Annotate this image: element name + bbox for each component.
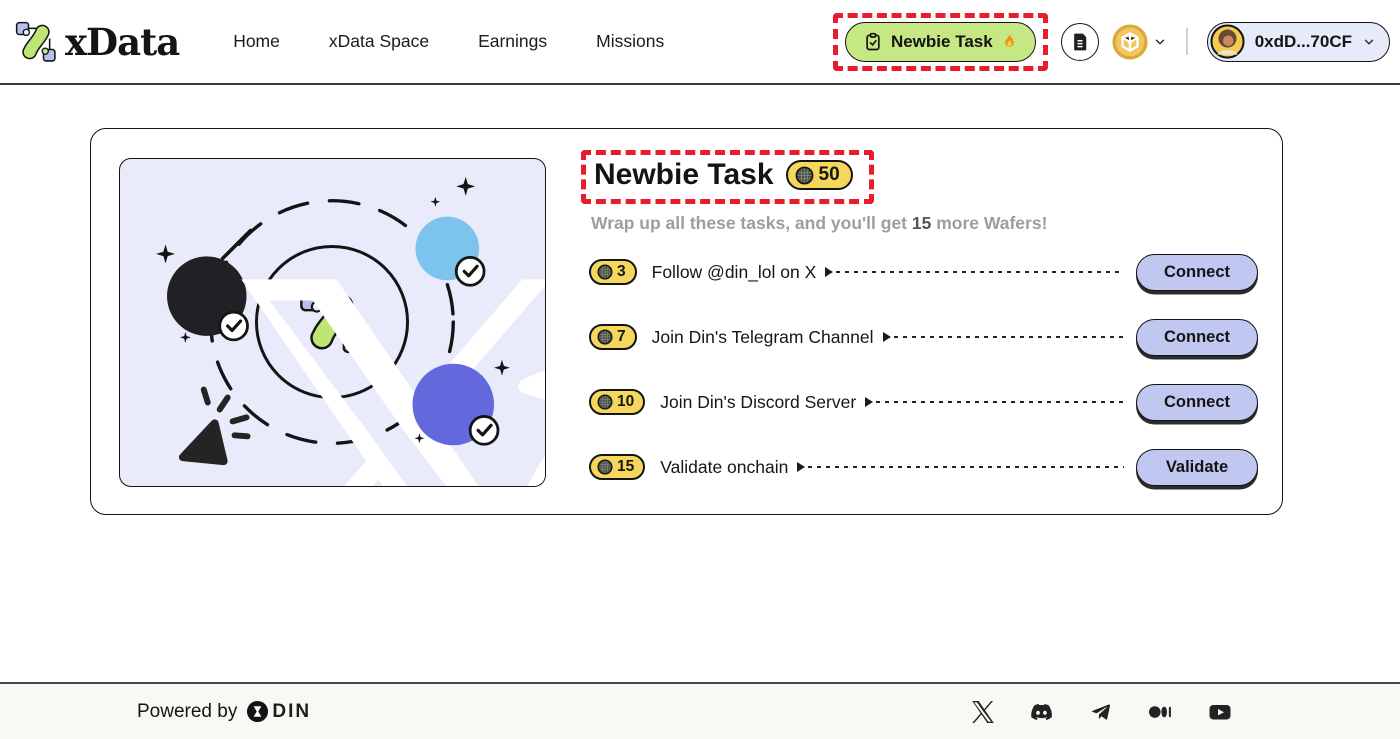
clipboard-check-icon	[866, 32, 880, 50]
xdata-logo-icon	[15, 21, 56, 62]
wallet-button[interactable]: 0xdD...70CF	[1206, 21, 1390, 62]
arrow-right-icon	[797, 462, 806, 472]
card-subtitle: Wrap up all these tasks, and you'll get …	[591, 213, 1048, 233]
social-links	[972, 700, 1233, 724]
x-icon	[972, 700, 994, 723]
task-points-value: 15	[617, 458, 635, 475]
youtube-icon	[1209, 704, 1231, 719]
newbie-task-button[interactable]: Newbie Task	[844, 21, 1036, 62]
telegram-icon	[1091, 703, 1111, 720]
task-row: 3 Follow @din_lol on X Connect	[589, 253, 1258, 291]
youtube-social-link[interactable]	[1207, 700, 1233, 724]
document-icon	[1073, 33, 1086, 50]
task-points-value: 7	[617, 328, 626, 345]
topbar-right: Newbie Task 0xdD...70CF	[832, 12, 1390, 71]
powered-by: Powered by DIN	[137, 700, 311, 723]
total-points-badge: 50	[785, 160, 853, 190]
task-points-badge: 10	[589, 389, 646, 415]
newbie-task-label: Newbie Task	[890, 31, 993, 51]
card-content: Newbie Task 50 Wrap up all these tasks, …	[581, 150, 1258, 486]
task-list: 3 Follow @din_lol on X Connect 7 Join Di…	[589, 253, 1258, 486]
task-label: Validate onchain	[660, 456, 789, 477]
main-nav: Home xData Space Earnings Missions	[233, 31, 664, 52]
wallet-address: 0xdD...70CF	[1254, 31, 1352, 51]
wafer-icon	[597, 329, 613, 345]
xdata-logo[interactable]: xData	[14, 19, 180, 64]
discord-icon	[1031, 703, 1052, 720]
nav-item-home[interactable]: Home	[233, 31, 280, 52]
social-illustration	[119, 158, 546, 487]
task-label: Join Din's Discord Server	[660, 391, 857, 412]
medium-social-link[interactable]	[1147, 700, 1173, 724]
annotation-box-newbie: Newbie Task	[832, 12, 1048, 71]
nav-item-label: Missions	[596, 31, 665, 51]
arrow-right-icon	[825, 267, 834, 277]
dotted-leader	[893, 336, 1124, 338]
wafer-icon	[597, 459, 613, 475]
docs-button[interactable]	[1060, 22, 1099, 61]
wafer-icon	[795, 166, 813, 184]
x-social-link[interactable]	[972, 700, 994, 723]
connect-button[interactable]: Connect	[1136, 383, 1258, 421]
bnb-coin-icon	[1112, 23, 1148, 60]
dotted-leader	[836, 271, 1124, 273]
dotted-leader	[808, 466, 1124, 468]
divider	[1185, 28, 1188, 55]
wafer-icon	[597, 264, 613, 280]
footer: Powered by DIN	[0, 682, 1400, 739]
telegram-social-link[interactable]	[1089, 700, 1113, 724]
validate-button[interactable]: Validate	[1136, 448, 1258, 486]
discord-social-link[interactable]	[1028, 700, 1055, 724]
total-points-value: 50	[818, 164, 840, 185]
network-selector[interactable]	[1112, 23, 1167, 60]
din-brand: DIN	[246, 700, 311, 723]
task-label: Follow @din_lol on X	[651, 261, 817, 282]
chevron-down-icon	[1155, 38, 1164, 45]
chevron-down-icon	[1364, 38, 1374, 45]
connect-button[interactable]: Connect	[1136, 318, 1258, 356]
logo-wordmark: xData	[65, 19, 180, 64]
dotted-leader	[876, 401, 1124, 403]
task-points-value: 10	[617, 393, 635, 410]
din-logo-icon	[247, 700, 269, 723]
fire-icon	[1004, 34, 1014, 47]
connect-button[interactable]: Connect	[1136, 253, 1258, 291]
arrow-right-icon	[882, 332, 891, 342]
powered-by-label: Powered by	[137, 700, 238, 722]
din-wordmark: DIN	[272, 700, 312, 722]
task-row: 10 Join Din's Discord Server Connect	[589, 383, 1258, 421]
task-label: Join Din's Telegram Channel	[651, 326, 874, 347]
nav-item-earnings[interactable]: Earnings	[478, 31, 547, 52]
top-bar: xData Home xData Space Earnings Missions Ne…	[0, 0, 1400, 85]
nav-item-missions[interactable]: Missions	[596, 31, 664, 52]
task-row: 7 Join Din's Telegram Channel Connect	[589, 318, 1258, 356]
task-points-badge: 7	[589, 324, 637, 350]
annotation-box-title: Newbie Task 50	[581, 150, 874, 204]
avatar	[1210, 24, 1245, 59]
wafer-icon	[597, 394, 613, 410]
task-points-value: 3	[617, 263, 626, 280]
card-title: Newbie Task	[594, 158, 774, 191]
page: xData Home xData Space Earnings Missions Ne…	[0, 0, 1400, 739]
task-points-badge: 15	[589, 454, 646, 480]
nav-item-label: Home	[233, 31, 280, 51]
nav-item-label: Earnings	[478, 31, 548, 51]
newbie-task-card: Newbie Task 50 Wrap up all these tasks, …	[90, 128, 1283, 515]
task-row: 15 Validate onchain Validate	[589, 448, 1258, 486]
arrow-right-icon	[865, 397, 874, 407]
task-points-badge: 3	[589, 259, 637, 285]
nav-item-label: xData Space	[328, 31, 430, 51]
medium-icon	[1149, 705, 1171, 718]
nav-item-xdata-space[interactable]: xData Space	[329, 31, 429, 52]
